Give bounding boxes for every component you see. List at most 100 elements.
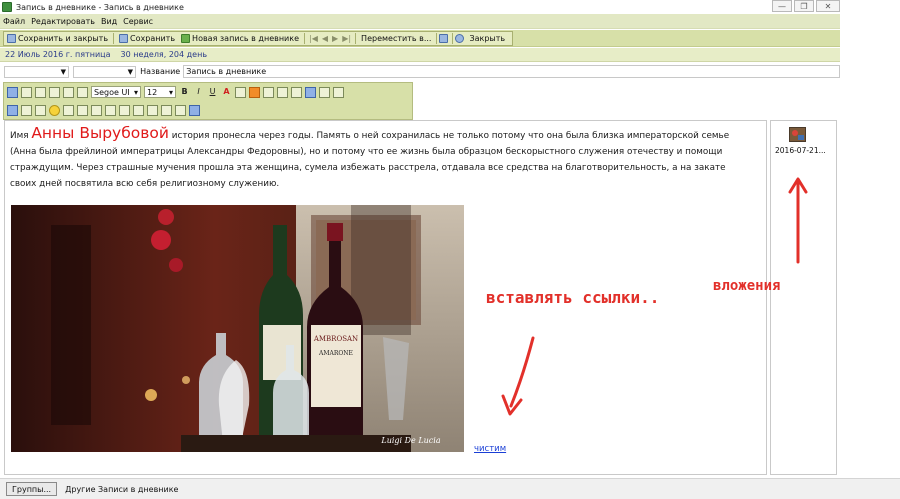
insert-table-icon[interactable] [7, 104, 18, 116]
align-right-icon[interactable] [277, 86, 288, 98]
font-name-select[interactable]: Segoe UI ▾ [91, 86, 141, 98]
indent-icon[interactable] [105, 104, 116, 116]
format-row-2 [7, 102, 203, 118]
delete-icon[interactable] [77, 86, 88, 98]
entry-date: 22 Июль 2016 г. пятница [5, 50, 111, 59]
grow-font-icon[interactable] [147, 104, 158, 116]
font-size-select[interactable]: 12 ▾ [144, 86, 176, 98]
minimize-button[interactable]: — [772, 0, 792, 12]
copy-icon[interactable] [49, 86, 60, 98]
menu-file[interactable]: Файл [0, 17, 28, 26]
save-icon [119, 33, 129, 43]
cut-icon[interactable] [35, 86, 46, 98]
text-before-name: Имя [10, 131, 32, 141]
arrow-down-icon [501, 336, 535, 416]
field-bar: ▼ ▼ Название Запись в дневнике [0, 63, 841, 80]
save-close-button[interactable]: Сохранить и закрыть [4, 32, 111, 45]
last-record-icon[interactable]: ▶| [340, 34, 353, 43]
insert-link-icon[interactable] [189, 104, 200, 116]
attachments-panel: 2016-07-21... [770, 120, 837, 475]
entry-paragraph: Имя Анны Вырубовой история пронесла чере… [10, 125, 750, 192]
main-toolbar: Сохранить и закрыть Сохранить Новая запи… [0, 30, 840, 47]
help-icon[interactable] [455, 33, 465, 43]
border-icon[interactable] [175, 104, 186, 116]
format-toolbar: Segoe UI ▾ 12 ▾ B I U A [3, 82, 413, 120]
first-record-icon[interactable]: |◀ [307, 34, 320, 43]
entry-week: 30 неделя, 204 день [120, 50, 208, 59]
insert-image-icon[interactable] [305, 86, 316, 98]
paperclip-icon[interactable] [439, 33, 449, 43]
close-label: Закрыть [469, 33, 506, 43]
paste-icon[interactable] [63, 86, 74, 98]
links-hint-text: вставлять ссылки.. [486, 288, 660, 307]
toolbar-separator [436, 32, 438, 44]
attachment-name[interactable]: 2016-07-21... [775, 146, 826, 155]
save-close-label: Сохранить и закрыть [18, 33, 109, 43]
window-controls: — ❐ ✕ [772, 0, 840, 12]
save-button[interactable]: Сохранить [116, 32, 178, 45]
smiley-icon[interactable] [49, 104, 60, 116]
align-left-icon[interactable] [249, 86, 260, 98]
entry-editor[interactable]: Имя Анны Вырубовой история пронесла чере… [4, 120, 767, 475]
move-label: Переместить в... [361, 33, 432, 43]
chevron-down-icon: ▾ [168, 87, 173, 97]
font-name-value: Segoe UI [94, 87, 130, 97]
floppy-icon [7, 33, 16, 43]
maximize-button[interactable]: ❐ [794, 0, 814, 12]
find-icon[interactable] [35, 104, 46, 116]
main-toolbar-group: Сохранить и закрыть Сохранить Новая запи… [3, 30, 514, 46]
chevron-down-icon: ▼ [127, 67, 134, 76]
undo-icon[interactable] [7, 86, 18, 98]
numbered-list-icon[interactable] [77, 104, 88, 116]
attachment-image-icon[interactable] [789, 127, 806, 142]
window-titlebar: Запись в дневнике - Запись в дневнике — … [0, 0, 900, 14]
prev-record-icon[interactable]: ◀ [320, 34, 330, 43]
category-select[interactable]: ▼ [4, 65, 69, 78]
bullet-list-icon[interactable] [63, 104, 74, 116]
wine-bottles-photo: AMBROSAN AMARONE Luigi De Lucia [11, 205, 464, 452]
next-record-icon[interactable]: ▶ [330, 34, 340, 43]
photo-watermark: Luigi De Lucia [380, 436, 440, 445]
bold-button[interactable]: B [179, 87, 190, 98]
justify-icon[interactable] [291, 86, 302, 98]
italic-button[interactable]: I [193, 87, 204, 98]
subscript-icon[interactable] [133, 104, 144, 116]
chevron-down-icon: ▾ [133, 87, 138, 97]
menu-bar: Файл Редактировать Вид Сервис [0, 14, 840, 29]
type-select[interactable]: ▼ [72, 65, 137, 78]
name-label: Название [140, 67, 181, 76]
move-button[interactable]: Переместить в... [358, 32, 434, 45]
clean-link[interactable]: чистим [474, 444, 506, 454]
menu-view[interactable]: Вид [98, 17, 120, 26]
font-color-button[interactable]: A [221, 87, 232, 98]
new-entry-label: Новая запись в дневнике [192, 33, 300, 43]
menu-service[interactable]: Сервис [120, 17, 156, 26]
chevron-down-icon: ▼ [60, 67, 66, 76]
toolbar-separator [113, 32, 115, 44]
outdent-icon[interactable] [91, 104, 102, 116]
redo-icon[interactable] [21, 86, 32, 98]
page-icon[interactable] [21, 104, 32, 116]
name-input[interactable]: Запись в дневнике [183, 65, 841, 78]
bottle-label-text: AMBROSAN [313, 335, 358, 343]
font-size-value: 12 [147, 87, 158, 97]
status-bar: Группы... Другие Записи в дневнике [0, 478, 900, 499]
bottle-label-sub: AMARONE [318, 350, 353, 357]
attach-icon[interactable] [319, 86, 330, 98]
groups-button[interactable]: Группы... [6, 482, 58, 496]
spellcheck-icon[interactable] [333, 86, 344, 98]
close-window-button[interactable]: ✕ [816, 0, 840, 12]
date-bar: 22 Июль 2016 г. пятница 30 неделя, 204 д… [0, 48, 840, 62]
align-center-icon[interactable] [263, 86, 274, 98]
highlighted-name: Анны Вырубовой [31, 124, 169, 142]
highlight-icon[interactable] [235, 86, 246, 98]
superscript-icon[interactable] [119, 104, 130, 116]
close-button[interactable]: Закрыть [466, 32, 508, 45]
shrink-font-icon[interactable] [161, 104, 172, 116]
menu-edit[interactable]: Редактировать [28, 17, 98, 26]
save-label: Сохранить [130, 33, 176, 43]
embedded-photo: AMBROSAN AMARONE Luigi De Lucia [11, 205, 464, 452]
toolbar-separator [304, 32, 306, 44]
new-entry-button[interactable]: Новая запись в дневнике [178, 32, 302, 45]
underline-button[interactable]: U [207, 87, 218, 98]
